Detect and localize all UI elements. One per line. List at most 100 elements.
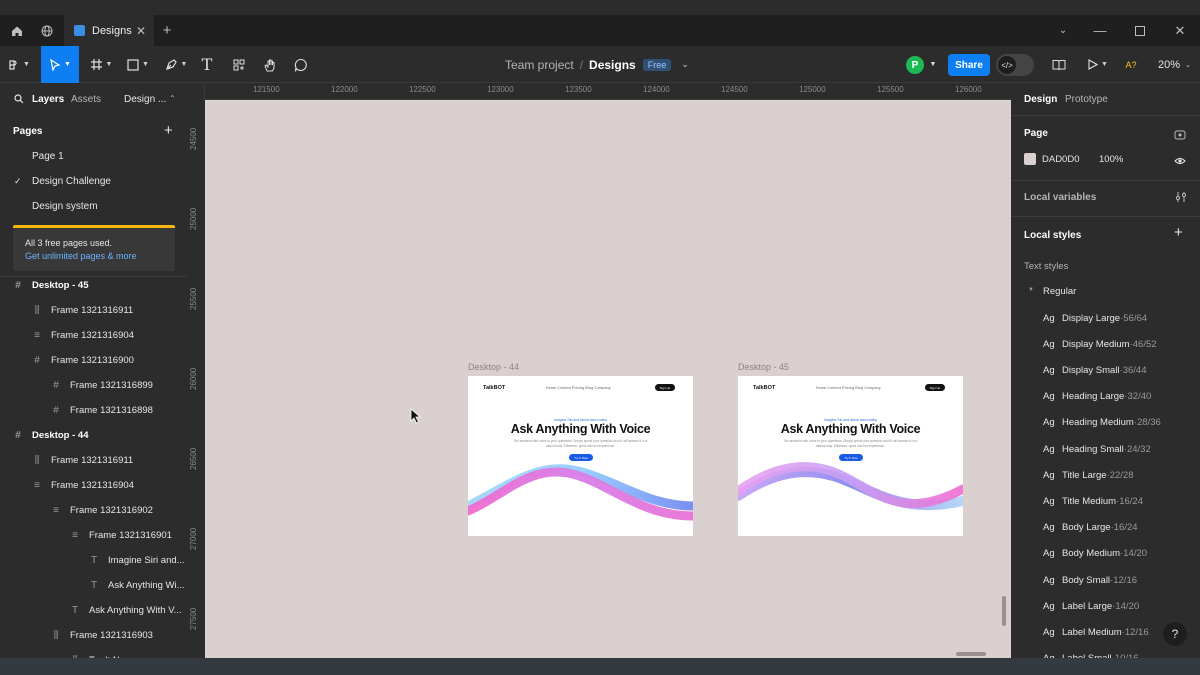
shape-tool-button[interactable]: ▼ (122, 46, 154, 83)
maximize-icon[interactable] (1120, 15, 1160, 46)
comment-tool-button[interactable] (291, 46, 311, 83)
text-style-item[interactable]: Ag Label Medium · 12/16 (1043, 624, 1149, 640)
layer-row[interactable]: T Imagine Siri and... (88, 550, 185, 570)
text-style-item[interactable]: Ag Body Small · 12/16 (1043, 572, 1137, 588)
layer-row[interactable]: ≡ Frame 1321316904 (31, 325, 134, 345)
avatar[interactable]: P (906, 56, 924, 74)
chevron-up-icon[interactable]: ⌃ (169, 94, 176, 103)
layer-row[interactable]: ≡ Frame 1321316902 (50, 500, 153, 520)
canvas[interactable]: Desktop - 44 TalkBOT Home Content Pricin… (205, 100, 1011, 658)
zoom-menu[interactable]: 20% ⌄ (1158, 46, 1191, 83)
hand-tool-button[interactable] (260, 46, 280, 83)
upgrade-link[interactable]: Get unlimited pages & more (25, 250, 175, 263)
horizontal-scrollbar[interactable] (956, 652, 986, 656)
library-button[interactable] (1049, 46, 1069, 83)
text-style-item[interactable]: Ag Display Small · 36/44 (1043, 362, 1147, 378)
layer-label: Frame 1321316904 (51, 329, 134, 341)
main-menu-button[interactable]: ▼ (4, 46, 34, 83)
tab-designs[interactable]: Designs ✕ (64, 15, 154, 46)
chevron-down-icon[interactable]: ⌄ (1043, 15, 1083, 46)
accessibility-check-button[interactable]: A? (1122, 46, 1140, 83)
layer-row[interactable]: ⫼Try It Now (69, 650, 132, 659)
text-style-item[interactable]: Ag Display Medium · 46/52 (1043, 336, 1157, 352)
ruler-tick-label: 27000 (189, 527, 198, 550)
style-group-label[interactable]: Regular (1043, 286, 1076, 297)
page-opacity[interactable]: 100% (1099, 154, 1123, 165)
text-style-name: Body Medium (1062, 548, 1121, 560)
page-item-active[interactable]: Design Challenge (32, 176, 111, 187)
text-style-item[interactable]: Ag Display Large · 56/64 (1043, 310, 1147, 326)
text-style-item[interactable]: Ag Heading Small · 24/32 (1043, 441, 1151, 457)
text-style-item[interactable]: Ag Body Medium · 14/20 (1043, 546, 1147, 562)
layer-row[interactable]: # Desktop - 45 (12, 275, 88, 295)
dev-mode-toggle[interactable]: </> (996, 54, 1034, 76)
frame-label[interactable]: Desktop - 45 (738, 362, 789, 372)
chevron-down-icon[interactable]: ▼ (927, 46, 939, 83)
text-style-item[interactable]: Ag Label Large · 14/20 (1043, 598, 1139, 614)
file-name[interactable]: Designs (589, 58, 636, 72)
frame-label[interactable]: Desktop - 44 (468, 362, 519, 372)
frame-tool-button[interactable]: ▼ (85, 46, 117, 83)
frame-body: Get answers with voice to your questions… (783, 439, 918, 448)
text-style-item[interactable]: Ag Title Medium · 16/24 (1043, 493, 1143, 509)
layer-row[interactable]: # Frame 1321316900 (31, 350, 134, 370)
close-window-icon[interactable]: ✕ (1160, 15, 1200, 46)
text-style-item[interactable]: Ag Heading Medium · 28/36 (1043, 415, 1161, 431)
frame-desktop-44[interactable]: TalkBOT Home Content Pricing Blog Compan… (468, 376, 693, 536)
tab-design[interactable]: Design (1024, 94, 1057, 105)
vertical-scrollbar[interactable] (1002, 596, 1006, 626)
text-style-item[interactable]: AgLabel Small · 10/16 (1043, 651, 1139, 658)
layer-row[interactable]: ⫼ Frame 1321316911 (31, 300, 134, 320)
layer-row[interactable]: ⫼ Frame 1321316903 (50, 625, 153, 645)
text-style-item[interactable]: Ag Title Large · 22/28 (1043, 467, 1133, 483)
page-color-swatch[interactable] (1024, 153, 1036, 165)
present-button[interactable]: ▼ (1085, 46, 1111, 83)
chevron-down-icon: ⌄ (1185, 61, 1191, 69)
search-icon[interactable] (14, 94, 24, 107)
notice-text: All 3 free pages used. (25, 238, 113, 248)
frame-logo: TalkBOT (753, 385, 776, 391)
page-settings-icon[interactable] (1174, 128, 1186, 146)
move-tool-button[interactable]: ▼ (41, 46, 79, 83)
page-color-hex[interactable]: DAD0D0 (1042, 154, 1080, 165)
layer-row[interactable]: # Frame 1321316899 (50, 375, 153, 395)
ruler-tick-label: 122000 (331, 85, 358, 94)
layer-row[interactable]: T Ask Anything With V... (69, 600, 182, 620)
text-style-item[interactable]: Ag Body Large · 16/24 (1043, 520, 1138, 536)
close-tab-icon[interactable]: ✕ (136, 24, 146, 38)
text-style-item[interactable]: Ag Heading Large · 32/40 (1043, 389, 1151, 405)
chevron-down-icon[interactable]: ⌄ (681, 59, 689, 70)
add-style-icon[interactable]: + (1174, 224, 1183, 241)
tab-prototype[interactable]: Prototype (1065, 94, 1108, 105)
plus-icon[interactable]: + (152, 15, 182, 46)
minimize-icon[interactable]: — (1080, 15, 1120, 46)
home-icon[interactable] (2, 15, 32, 46)
local-variables-label[interactable]: Local variables (1024, 192, 1096, 203)
layer-row[interactable]: # Frame 1321316898 (50, 400, 153, 420)
frame-desktop-45[interactable]: TalkBOT Home Content Pricing Blog Compan… (738, 376, 963, 536)
layer-row[interactable]: ⫼ Frame 1321316911 (31, 450, 134, 470)
ruler-tick-label: 123000 (487, 85, 514, 94)
resources-tool-button[interactable] (230, 46, 248, 83)
ruler-tick-label: 124500 (721, 85, 748, 94)
globe-icon[interactable] (32, 15, 62, 46)
text-tool-button[interactable]: T (197, 46, 217, 83)
frame-button: Try It Now (839, 454, 863, 461)
breadcrumb-team[interactable]: Team project (505, 58, 574, 72)
collapse-caret-icon[interactable]: ▼ (1028, 287, 1034, 293)
page-item[interactable]: Page 1 (32, 151, 64, 162)
tab-design-pages[interactable]: Design ... (124, 94, 166, 105)
layer-row[interactable]: # Desktop - 44 (12, 425, 88, 445)
help-button[interactable]: ? (1163, 622, 1187, 646)
layer-row[interactable]: ≡ Frame 1321316904 (31, 475, 134, 495)
eye-icon[interactable] (1174, 153, 1186, 171)
tab-assets[interactable]: Assets (71, 94, 101, 105)
share-button[interactable]: Share (948, 54, 990, 76)
page-item[interactable]: Design system (32, 201, 98, 212)
variables-settings-icon[interactable] (1175, 190, 1187, 208)
add-page-icon[interactable]: + (164, 122, 173, 139)
layer-row[interactable]: T Ask Anything Wi... (88, 575, 185, 595)
layer-row[interactable]: ≡ Frame 1321316901 (69, 525, 172, 545)
tab-layers[interactable]: Layers (32, 94, 64, 105)
pen-tool-button[interactable]: ▼ (160, 46, 192, 83)
